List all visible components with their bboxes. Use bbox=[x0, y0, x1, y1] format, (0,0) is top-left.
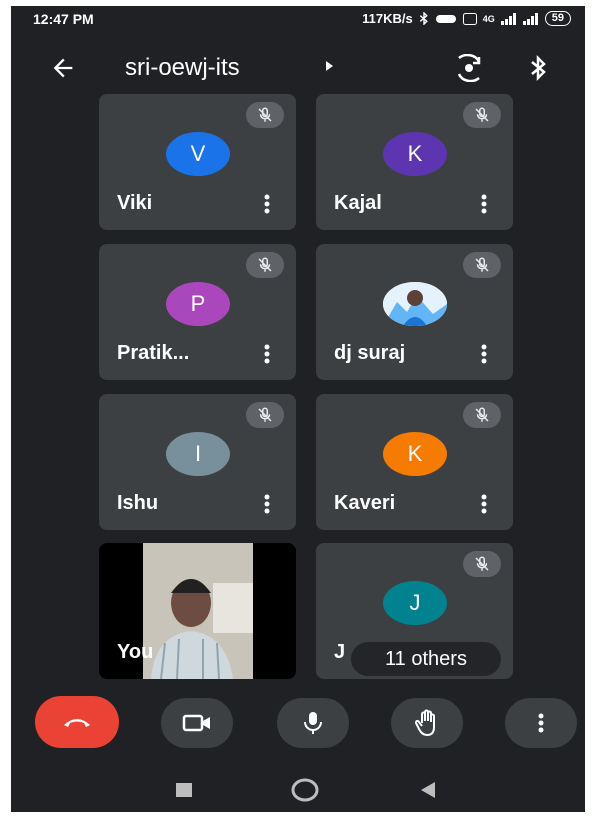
participant-name: J bbox=[334, 641, 346, 663]
avatar-viki: V bbox=[166, 132, 230, 176]
self-camera-feed bbox=[143, 543, 253, 679]
avatar-initial: P bbox=[190, 291, 206, 316]
participant-name: Ishu bbox=[117, 492, 159, 514]
avatar-j: J bbox=[383, 581, 447, 625]
participant-tile-ishu[interactable]: I Ishu bbox=[99, 394, 296, 530]
bluetooth-audio-icon[interactable] bbox=[529, 54, 549, 82]
participant-tile-pratik[interactable]: P Pratik... bbox=[99, 244, 296, 380]
hand-icon bbox=[414, 709, 435, 737]
signal-icon-1 bbox=[500, 12, 516, 25]
mic-icon bbox=[304, 712, 322, 734]
status-right: 117KB/s 4G 59 bbox=[362, 11, 571, 26]
back-triangle-icon[interactable] bbox=[419, 780, 437, 800]
more-vert-icon[interactable] bbox=[264, 494, 270, 514]
more-vert-icon bbox=[538, 713, 544, 733]
avatar-initial: V bbox=[190, 141, 206, 166]
avatar-photo-dj-suraj bbox=[383, 282, 447, 326]
meeting-title[interactable]: sri-oewj-its bbox=[125, 54, 240, 82]
home-circle-icon[interactable] bbox=[291, 778, 319, 802]
mic-toggle-button[interactable] bbox=[277, 698, 349, 748]
avatar-kajal: K bbox=[383, 132, 447, 176]
caret-right-icon[interactable] bbox=[325, 60, 335, 72]
more-vert-icon[interactable] bbox=[264, 344, 270, 364]
self-video-person-icon bbox=[143, 543, 253, 679]
network-type: 4G bbox=[482, 13, 495, 24]
mic-off-icon bbox=[246, 252, 284, 278]
camera-toggle-button[interactable] bbox=[161, 698, 233, 748]
others-count-pill[interactable]: 11 others bbox=[351, 642, 501, 676]
recents-square-icon[interactable] bbox=[175, 782, 193, 798]
avatar-initial: J bbox=[409, 590, 421, 615]
participant-tile-viki[interactable]: V Viki bbox=[99, 94, 296, 230]
mic-off-icon bbox=[246, 402, 284, 428]
mic-off-icon bbox=[463, 402, 501, 428]
phone-hangup-icon bbox=[64, 719, 90, 727]
mic-off-icon bbox=[463, 252, 501, 278]
avatar-pratik: P bbox=[166, 282, 230, 326]
data-saver-icon bbox=[435, 14, 456, 23]
participant-name: Kaveri bbox=[334, 492, 396, 514]
avatar-initial: K bbox=[407, 141, 423, 166]
avatar-kaveri: K bbox=[383, 432, 447, 476]
meeting-header: sri-oewj-its bbox=[11, 42, 585, 94]
more-options-button[interactable] bbox=[505, 698, 577, 748]
mic-off-icon bbox=[463, 551, 501, 577]
participant-tile-kajal[interactable]: K Kajal bbox=[316, 94, 513, 230]
avatar-ishu: I bbox=[166, 432, 230, 476]
back-arrow-icon[interactable] bbox=[49, 54, 77, 82]
end-call-button[interactable] bbox=[35, 696, 119, 748]
mic-off-icon bbox=[463, 102, 501, 128]
avatar-initial: K bbox=[407, 441, 423, 466]
raise-hand-button[interactable] bbox=[391, 698, 463, 748]
status-bar: 12:47 PM 117KB/s 4G 59 bbox=[11, 6, 585, 32]
participant-tile-kaveri[interactable]: K Kaveri bbox=[316, 394, 513, 530]
more-vert-icon[interactable] bbox=[481, 344, 487, 364]
avatar-initial: I bbox=[194, 441, 202, 466]
battery-indicator: 59 bbox=[544, 11, 571, 26]
more-vert-icon[interactable] bbox=[481, 494, 487, 514]
self-video-tile[interactable]: You bbox=[99, 543, 296, 679]
call-controls bbox=[11, 696, 585, 756]
mic-off-icon bbox=[246, 102, 284, 128]
network-speed: 117KB/s bbox=[362, 11, 413, 26]
switch-camera-icon[interactable] bbox=[453, 54, 485, 82]
participant-name: Pratik... bbox=[117, 342, 190, 364]
signal-icon-2 bbox=[522, 12, 538, 25]
bluetooth-status-icon bbox=[419, 12, 428, 25]
participant-tile-dj-suraj[interactable]: dj suraj bbox=[316, 244, 513, 380]
videocam-icon bbox=[182, 714, 210, 732]
participant-name: Viki bbox=[117, 192, 153, 214]
self-name: You bbox=[117, 641, 154, 663]
profile-photo-icon bbox=[383, 282, 447, 326]
system-nav-bar bbox=[11, 766, 585, 812]
participant-name: dj suraj bbox=[334, 342, 406, 364]
more-vert-icon[interactable] bbox=[264, 194, 270, 214]
hd-icon bbox=[462, 12, 477, 25]
participant-name: Kajal bbox=[334, 192, 382, 214]
status-time: 12:47 PM bbox=[33, 11, 94, 27]
more-vert-icon[interactable] bbox=[481, 194, 487, 214]
phone-screen: 12:47 PM 117KB/s 4G 59 sri-oewj-its V Vi… bbox=[11, 6, 585, 812]
others-label: 11 others bbox=[385, 647, 467, 670]
